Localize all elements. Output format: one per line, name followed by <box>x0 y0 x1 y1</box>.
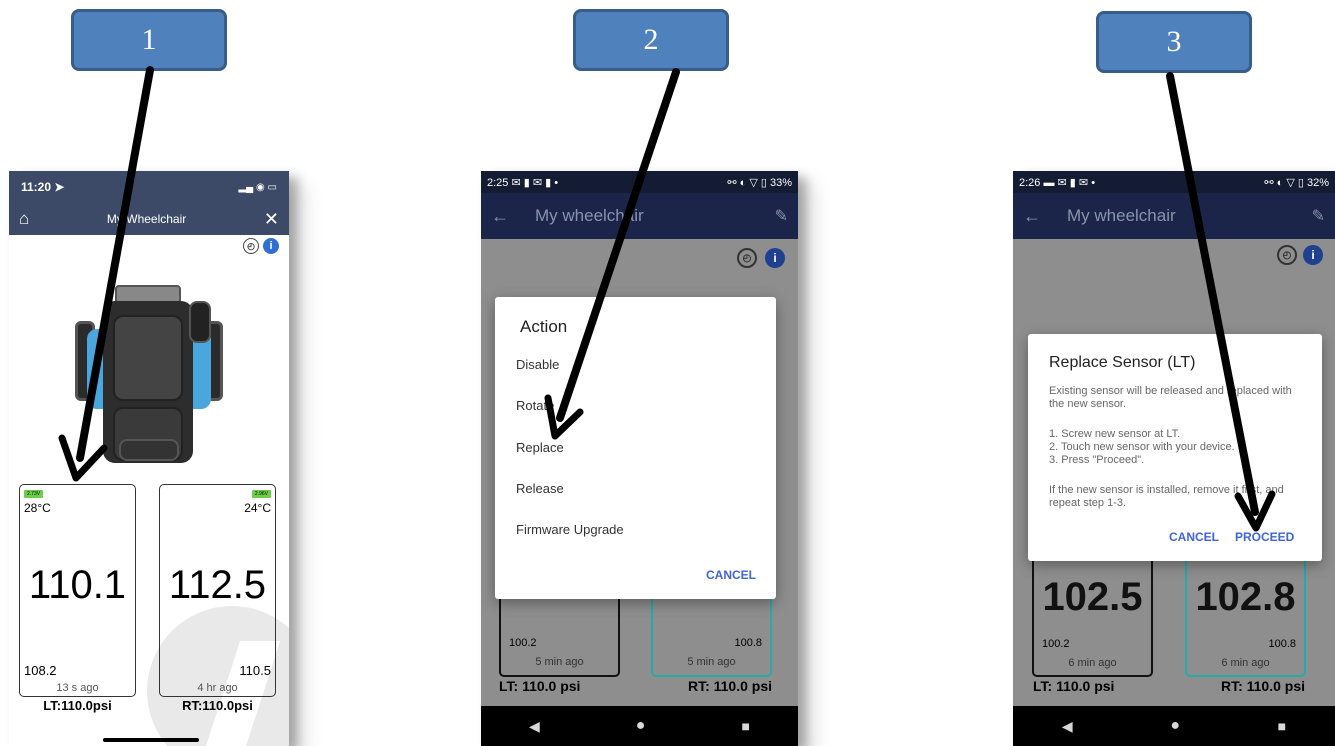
arrow-3 <box>1166 72 1276 532</box>
pointer-arrows <box>58 66 1276 532</box>
arrow-2 <box>544 68 680 440</box>
arrow-1 <box>58 66 154 482</box>
tutorial-figure: 1 2 3 11:20 ➤ ▂▄ ◉ ▭ ⌂ My Wheelchair ✕ ◴… <box>0 0 1335 746</box>
